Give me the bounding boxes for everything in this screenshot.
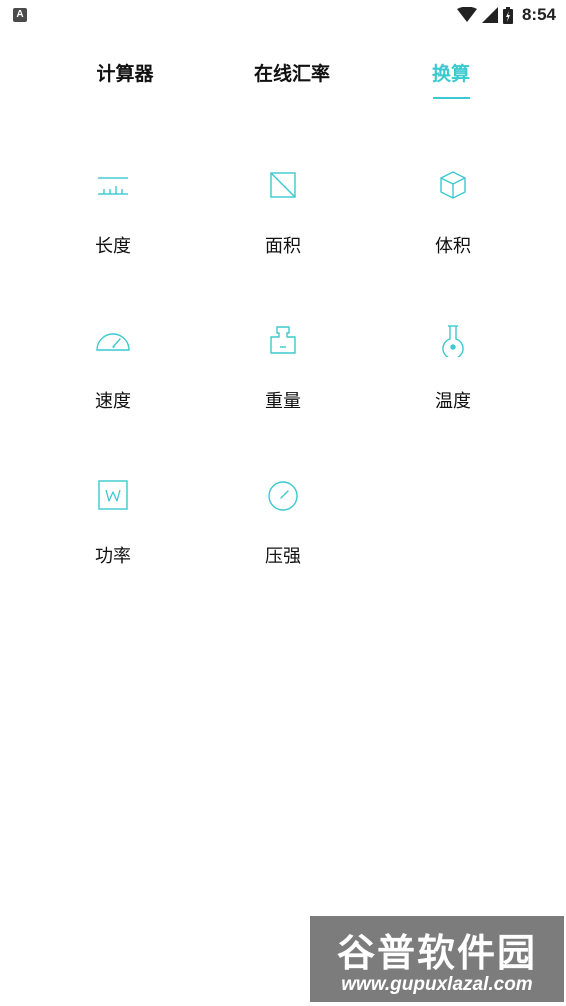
wifi-icon <box>456 7 477 22</box>
weight-icon <box>268 325 298 355</box>
ruler-icon <box>98 170 128 200</box>
clock: 8:54 <box>521 5 556 24</box>
converter-weight[interactable]: 重量 <box>198 325 368 435</box>
watermark-url: www.gupuxlazal.com <box>341 974 533 995</box>
converter-area[interactable]: 面积 <box>198 170 368 280</box>
watt-box-icon <box>98 480 128 510</box>
converter-label: 面积 <box>265 236 301 257</box>
top-tab-bar: 计算器 在线汇率 换算 <box>0 50 566 110</box>
converter-speed[interactable]: 速度 <box>28 325 198 435</box>
status-bar: A 8:54 <box>0 0 566 30</box>
converter-pressure[interactable]: 压强 <box>198 480 368 590</box>
speedometer-icon <box>96 325 130 355</box>
converter-label: 长度 <box>95 236 131 257</box>
converter-length[interactable]: 长度 <box>28 170 198 280</box>
pressure-gauge-icon <box>268 480 298 511</box>
signal-icon <box>481 7 498 23</box>
tab-conversion[interactable]: 换算 <box>366 59 536 86</box>
watermark-title: 谷普软件园 <box>336 931 537 975</box>
watermark: 谷普软件园 www.gupuxlazal.com <box>310 916 564 1002</box>
status-icons: 8:54 <box>456 4 556 26</box>
battery-icon <box>502 6 513 24</box>
converter-label: 重量 <box>265 391 301 412</box>
app-notification-icon: A <box>13 8 27 22</box>
converter-label: 体积 <box>435 236 471 257</box>
converter-volume[interactable]: 体积 <box>368 170 538 280</box>
converter-label: 速度 <box>95 391 131 412</box>
converter-power[interactable]: 功率 <box>28 480 198 590</box>
area-square-icon <box>268 170 298 200</box>
thermometer-flask-icon <box>438 325 468 357</box>
tab-calculator[interactable]: 计算器 <box>40 59 210 86</box>
tab-online-exchange-rate[interactable]: 在线汇率 <box>207 59 377 86</box>
converter-temperature[interactable]: 温度 <box>368 325 538 435</box>
active-tab-indicator <box>433 97 470 99</box>
converter-label: 功率 <box>95 546 131 567</box>
cube-icon <box>438 170 468 200</box>
converter-label: 温度 <box>435 391 471 412</box>
converter-label: 压强 <box>265 546 301 567</box>
